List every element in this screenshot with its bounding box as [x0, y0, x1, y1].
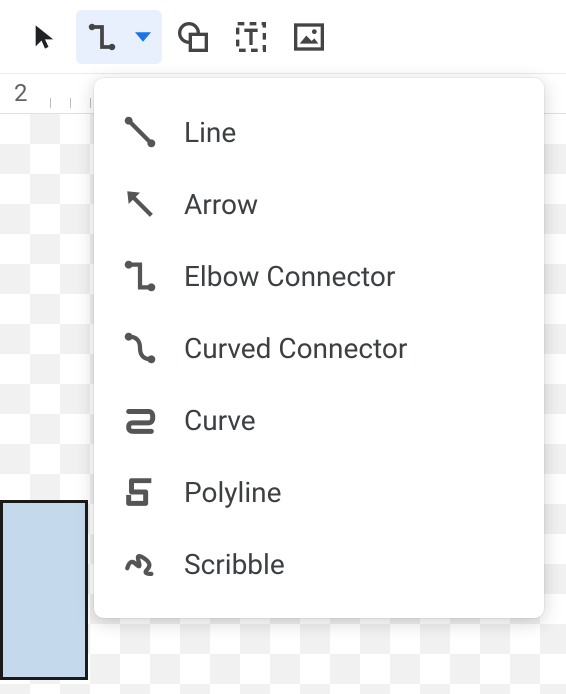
arrow-icon — [120, 184, 160, 224]
toolbar — [0, 0, 566, 74]
rectangle-shape[interactable] — [0, 500, 88, 680]
line-type-menu: Line Arrow Elbow Connector Curved Connec… — [94, 78, 544, 618]
menu-item-label: Polyline — [184, 476, 281, 509]
menu-item-line[interactable]: Line — [94, 96, 544, 168]
line-icon — [120, 112, 160, 152]
image-icon — [293, 21, 325, 53]
cursor-icon — [31, 23, 59, 51]
menu-item-label: Curve — [184, 404, 256, 437]
menu-item-elbow-connector[interactable]: Elbow Connector — [94, 240, 544, 312]
polyline-icon — [120, 472, 160, 512]
curve-icon — [120, 400, 160, 440]
ruler-number: 2 — [14, 79, 28, 107]
menu-item-curved-connector[interactable]: Curved Connector — [94, 312, 544, 384]
menu-item-label: Elbow Connector — [184, 260, 395, 293]
menu-item-label: Arrow — [184, 188, 258, 221]
select-tool-button[interactable] — [18, 10, 72, 64]
menu-item-label: Curved Connector — [184, 332, 407, 365]
shape-tool-button[interactable] — [166, 10, 220, 64]
menu-item-polyline[interactable]: Polyline — [94, 456, 544, 528]
chevron-down-icon — [135, 29, 151, 45]
elbow-connector-icon — [87, 22, 117, 52]
scribble-icon — [120, 544, 160, 584]
text-box-icon — [235, 21, 267, 53]
shape-icon — [177, 21, 209, 53]
menu-item-scribble[interactable]: Scribble — [94, 528, 544, 600]
elbow-connector-icon — [120, 256, 160, 296]
menu-item-label: Line — [184, 116, 236, 149]
menu-item-arrow[interactable]: Arrow — [94, 168, 544, 240]
curved-connector-icon — [120, 328, 160, 368]
insert-image-button[interactable] — [282, 10, 336, 64]
line-tool-button[interactable] — [78, 10, 126, 64]
menu-item-curve[interactable]: Curve — [94, 384, 544, 456]
text-box-button[interactable] — [224, 10, 278, 64]
menu-item-label: Scribble — [184, 548, 285, 581]
line-tool-dropdown-button[interactable] — [126, 10, 160, 64]
line-tool-split-button — [76, 10, 162, 64]
